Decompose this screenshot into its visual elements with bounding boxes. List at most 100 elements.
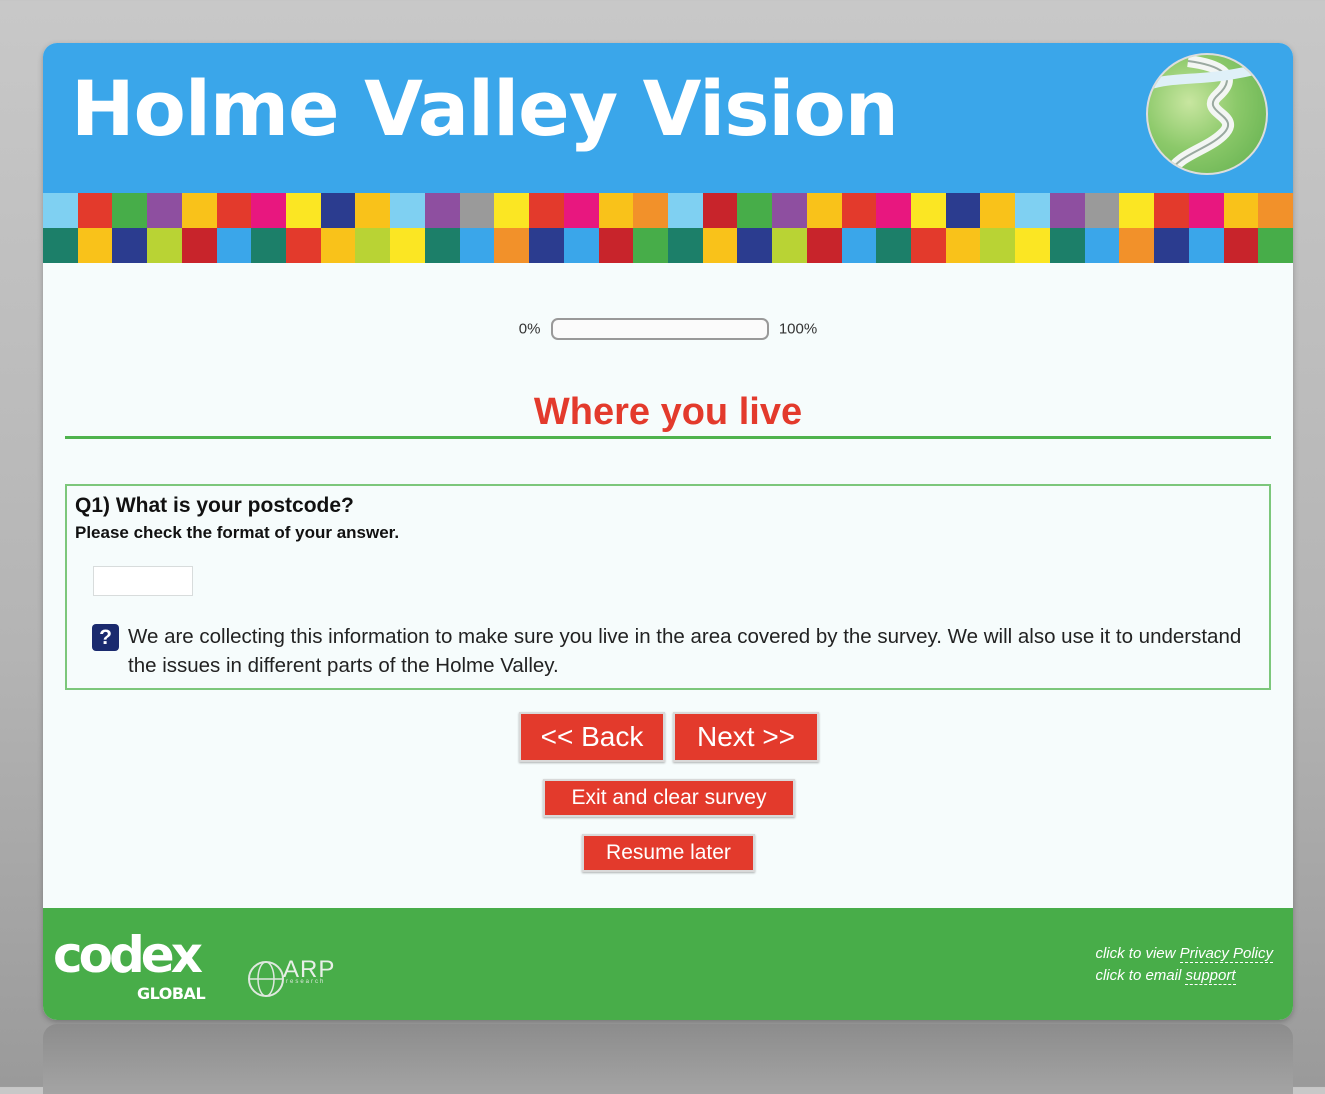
- mosaic-tile: [667, 228, 703, 263]
- mosaic-tile: [529, 228, 564, 263]
- mosaic-tile: [911, 193, 946, 228]
- mosaic-tile: [43, 193, 78, 228]
- resume-later-button[interactable]: Resume later: [582, 834, 755, 872]
- mosaic-tile: [1223, 228, 1259, 263]
- mosaic-tile: [1084, 193, 1120, 228]
- mosaic-tile: [737, 193, 773, 228]
- mosaic-tile: [980, 228, 1016, 263]
- mosaic-tile: [112, 228, 148, 263]
- mosaic-tile: [251, 228, 287, 263]
- arp-globe-icon: [248, 961, 284, 997]
- mosaic-tile: [1154, 228, 1189, 263]
- mosaic-tile: [112, 193, 148, 228]
- privacy-line: click to view Privacy Policy: [1095, 943, 1273, 965]
- email-support-link[interactable]: support: [1185, 967, 1236, 985]
- mosaic-tile: [1015, 193, 1050, 228]
- mosaic-tile: [1119, 228, 1155, 263]
- privacy-policy-link[interactable]: Privacy Policy: [1179, 945, 1273, 963]
- card-reflection: [43, 1024, 1293, 1094]
- mosaic-tile: [911, 228, 946, 263]
- mosaic-tile: [563, 228, 599, 263]
- back-button[interactable]: << Back: [519, 712, 665, 762]
- mosaic-tile: [1049, 228, 1085, 263]
- mosaic-tile: [77, 228, 113, 263]
- mosaic-tile: [459, 228, 495, 263]
- section-title: Where you live: [533, 391, 803, 433]
- mosaic-tile: [633, 193, 668, 228]
- mosaic-tile: [702, 228, 738, 263]
- mosaic-tile: [355, 193, 391, 228]
- mosaic-tile: [945, 228, 981, 263]
- mosaic-tile: [1258, 228, 1293, 263]
- codex-logo: codex: [53, 926, 203, 984]
- mosaic-tile: [320, 228, 356, 263]
- mosaic-tile: [633, 228, 668, 263]
- mosaic-tile: [43, 228, 78, 263]
- mosaic-tile: [77, 193, 113, 228]
- survey-card: Holme Valley Vision 0% 100% Where you li…: [43, 43, 1293, 1020]
- progress-bar: [550, 318, 769, 340]
- exit-survey-button[interactable]: Exit and clear survey: [543, 779, 795, 817]
- mosaic-tile: [806, 193, 842, 228]
- mosaic-tile: [598, 193, 634, 228]
- mosaic-tile: [598, 228, 634, 263]
- support-line: click to email support: [1095, 965, 1273, 987]
- mosaic-tile: [216, 193, 252, 228]
- mosaic-tile: [1119, 193, 1155, 228]
- mosaic-tile: [424, 228, 460, 263]
- mosaic-tile: [1049, 193, 1085, 228]
- mosaic-tile: [355, 228, 391, 263]
- mosaic-tile: [286, 193, 321, 228]
- mosaic-tile: [1188, 193, 1224, 228]
- mosaic-tile: [181, 193, 217, 228]
- mosaic-tile: [1084, 228, 1120, 263]
- mosaic-tile: [529, 193, 564, 228]
- mosaic-tile: [806, 228, 842, 263]
- question-box: Q1) What is your postcode? Please check …: [65, 484, 1271, 690]
- mosaic-tile: [772, 193, 807, 228]
- progress-start-label: 0%: [518, 320, 541, 338]
- mosaic-tile: [320, 193, 356, 228]
- validation-message: Please check the format of your answer.: [75, 523, 400, 542]
- mosaic-tile: [841, 193, 877, 228]
- site-footer: codex GLOBAL ARP research click to view …: [43, 908, 1293, 1020]
- question-title: Q1) What is your postcode?: [75, 494, 354, 517]
- mosaic-tile: [459, 193, 495, 228]
- footer-links: click to view Privacy Policy click to em…: [1095, 943, 1273, 987]
- mosaic-tile: [251, 193, 287, 228]
- mosaic-tile: [1223, 193, 1259, 228]
- arp-logo-subtitle: research: [286, 979, 326, 985]
- mosaic-tile: [390, 228, 425, 263]
- mosaic-tile: [494, 228, 530, 263]
- mosaic-tile: [181, 228, 217, 263]
- mosaic-tile: [1015, 228, 1050, 263]
- valley-logo-icon: [1146, 53, 1268, 175]
- support-prefix: click to email: [1095, 967, 1186, 984]
- mosaic-tile: [945, 193, 981, 228]
- section-divider: [65, 436, 1271, 439]
- mosaic-tile: [876, 193, 912, 228]
- mosaic-tile: [1188, 228, 1224, 263]
- codex-logo-subtitle: GLOBAL: [137, 984, 206, 1003]
- progress-end-label: 100%: [778, 320, 818, 338]
- mosaic-tile: [147, 228, 182, 263]
- help-text: We are collecting this information to ma…: [128, 625, 1242, 677]
- mosaic-tile: [772, 228, 807, 263]
- mosaic-tile: [147, 193, 182, 228]
- mosaic-tile: [1258, 193, 1293, 228]
- mosaic-tile: [424, 193, 460, 228]
- help-icon: ?: [92, 624, 119, 651]
- mosaic-tile: [667, 193, 703, 228]
- mosaic-tile: [1154, 193, 1189, 228]
- color-mosaic-banner: [43, 193, 1293, 263]
- next-button[interactable]: Next >>: [673, 712, 819, 762]
- mosaic-tile: [702, 193, 738, 228]
- privacy-prefix: click to view: [1095, 945, 1180, 962]
- site-title: Holme Valley Vision: [71, 64, 899, 153]
- progress-indicator: 0% 100%: [43, 318, 1293, 340]
- mosaic-tile: [737, 228, 773, 263]
- postcode-input[interactable]: [93, 566, 193, 596]
- mosaic-tile: [876, 228, 912, 263]
- mosaic-tile: [563, 193, 599, 228]
- mosaic-tile: [494, 193, 530, 228]
